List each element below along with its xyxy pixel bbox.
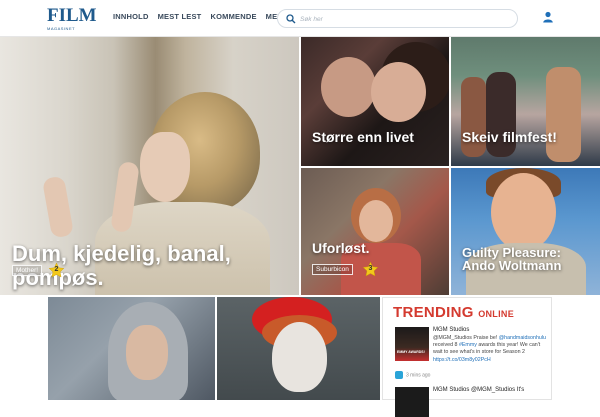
article-tile-clown[interactable] xyxy=(217,297,380,400)
tweet-link[interactable]: https://t.co/03m8y02PcH xyxy=(433,357,491,363)
tile-title-line2: Ando Woltmann xyxy=(462,258,562,273)
photo-face xyxy=(321,57,376,117)
tweet-time: 3 mins ago xyxy=(395,371,430,379)
article-tile-storre-enn-livet[interactable]: Større enn livet xyxy=(301,37,449,166)
site-logo[interactable]: FILM MAGASINET xyxy=(47,5,97,31)
photo-face xyxy=(272,322,327,392)
tile-title: Uforløst. xyxy=(312,240,370,256)
tweet-text-prefix: Praise be! xyxy=(473,335,498,341)
photo-face xyxy=(491,173,556,251)
trending-panel: TRENDING ONLINE EMMY AWARDS! MGM Studios… xyxy=(382,297,552,417)
tweet-thumbnail: EMMY AWARDS! xyxy=(395,327,429,361)
article-tile-uforlost[interactable]: Uforløst. Suburbicon 3 xyxy=(301,168,449,295)
logo-text: FILM xyxy=(47,5,97,26)
movie-tag[interactable]: Mother! xyxy=(12,265,43,276)
photo-face xyxy=(140,132,190,202)
tweet-user-name: MGM Studios xyxy=(433,387,470,393)
featured-title-line2: pompøs. xyxy=(12,265,104,290)
photo-face xyxy=(371,62,426,122)
search-input[interactable] xyxy=(300,13,510,25)
photo-face xyxy=(359,200,393,242)
tweet-text: It's xyxy=(516,387,525,393)
photo-face xyxy=(126,325,168,380)
featured-article-title: Dum, kjedelig, banal, pompøs. xyxy=(12,242,231,290)
rating-star: 3 xyxy=(362,261,379,278)
photo-hand-left xyxy=(41,175,75,239)
movie-tag[interactable]: Suburbicon xyxy=(312,264,353,275)
rating-star: 2 xyxy=(48,262,65,279)
photo-person xyxy=(546,67,581,162)
tweet-text: @MGM_Studios Praise be! @handmaidsonhulu… xyxy=(433,335,548,364)
nav-item-kommende[interactable]: KOMMENDE xyxy=(210,12,256,21)
photo-person xyxy=(461,77,486,157)
site-header: FILM MAGASINET INNHOLD MEST LEST KOMMEND… xyxy=(0,0,600,37)
tweet-user: MGM Studios @MGM_Studios It's xyxy=(433,387,524,395)
tweet-hashtag[interactable]: #Emmy xyxy=(459,342,477,348)
tweet-user: MGM Studios xyxy=(433,327,469,335)
user-icon[interactable] xyxy=(542,11,554,23)
tweet-thumbnail xyxy=(395,387,429,417)
trending-heading: TRENDING xyxy=(393,304,474,321)
search-box xyxy=(277,9,518,28)
tweet-time-text: 3 mins ago xyxy=(406,372,431,379)
article-tile-guilty-pleasure[interactable]: Guilty Pleasure: Ando Woltmann xyxy=(451,168,600,295)
nav-item-mest-lest[interactable]: MEST LEST xyxy=(158,12,202,21)
tweet-item[interactable]: EMMY AWARDS! MGM Studios @MGM_Studios Pr… xyxy=(395,327,549,383)
tweet-handle[interactable]: @MGM_Studios xyxy=(471,387,515,393)
tweet-handle[interactable]: @MGM_Studios xyxy=(433,335,472,341)
logo-subtitle: MAGASINET xyxy=(47,26,76,31)
tweet-text-mid: received 8 xyxy=(433,342,458,349)
tweet-item[interactable]: MGM Studios @MGM_Studios It's xyxy=(395,387,549,417)
main-nav: INNHOLD MEST LEST KOMMENDE MER▼ xyxy=(113,12,290,21)
tweet-mention[interactable]: @handmaidsonhulu xyxy=(499,335,546,341)
trending-subtitle: ONLINE xyxy=(478,309,515,319)
article-tile-hoodie[interactable] xyxy=(48,297,215,400)
rating-value: 2 xyxy=(54,266,59,273)
twitter-icon xyxy=(395,371,403,379)
tweet-thumbnail-label: EMMY AWARDS! xyxy=(397,350,425,354)
article-tile-skeiv-filmfest[interactable]: Skeiv filmfest! xyxy=(451,37,600,166)
search-icon[interactable] xyxy=(286,14,296,24)
featured-title-line1: Dum, kjedelig, banal, xyxy=(12,241,231,266)
rating-value: 3 xyxy=(368,265,373,272)
trending-title: TRENDING ONLINE xyxy=(393,304,514,321)
tile-title: Større enn livet xyxy=(312,129,414,145)
featured-article-tile[interactable]: Dum, kjedelig, banal, pompøs. Mother! 2 xyxy=(0,37,299,295)
tweet-user-name: MGM Studios xyxy=(433,327,470,333)
tile-title: Skeiv filmfest! xyxy=(462,129,557,145)
tile-title: Guilty Pleasure: Ando Woltmann xyxy=(462,246,561,272)
nav-item-innhold[interactable]: INNHOLD xyxy=(113,12,149,21)
